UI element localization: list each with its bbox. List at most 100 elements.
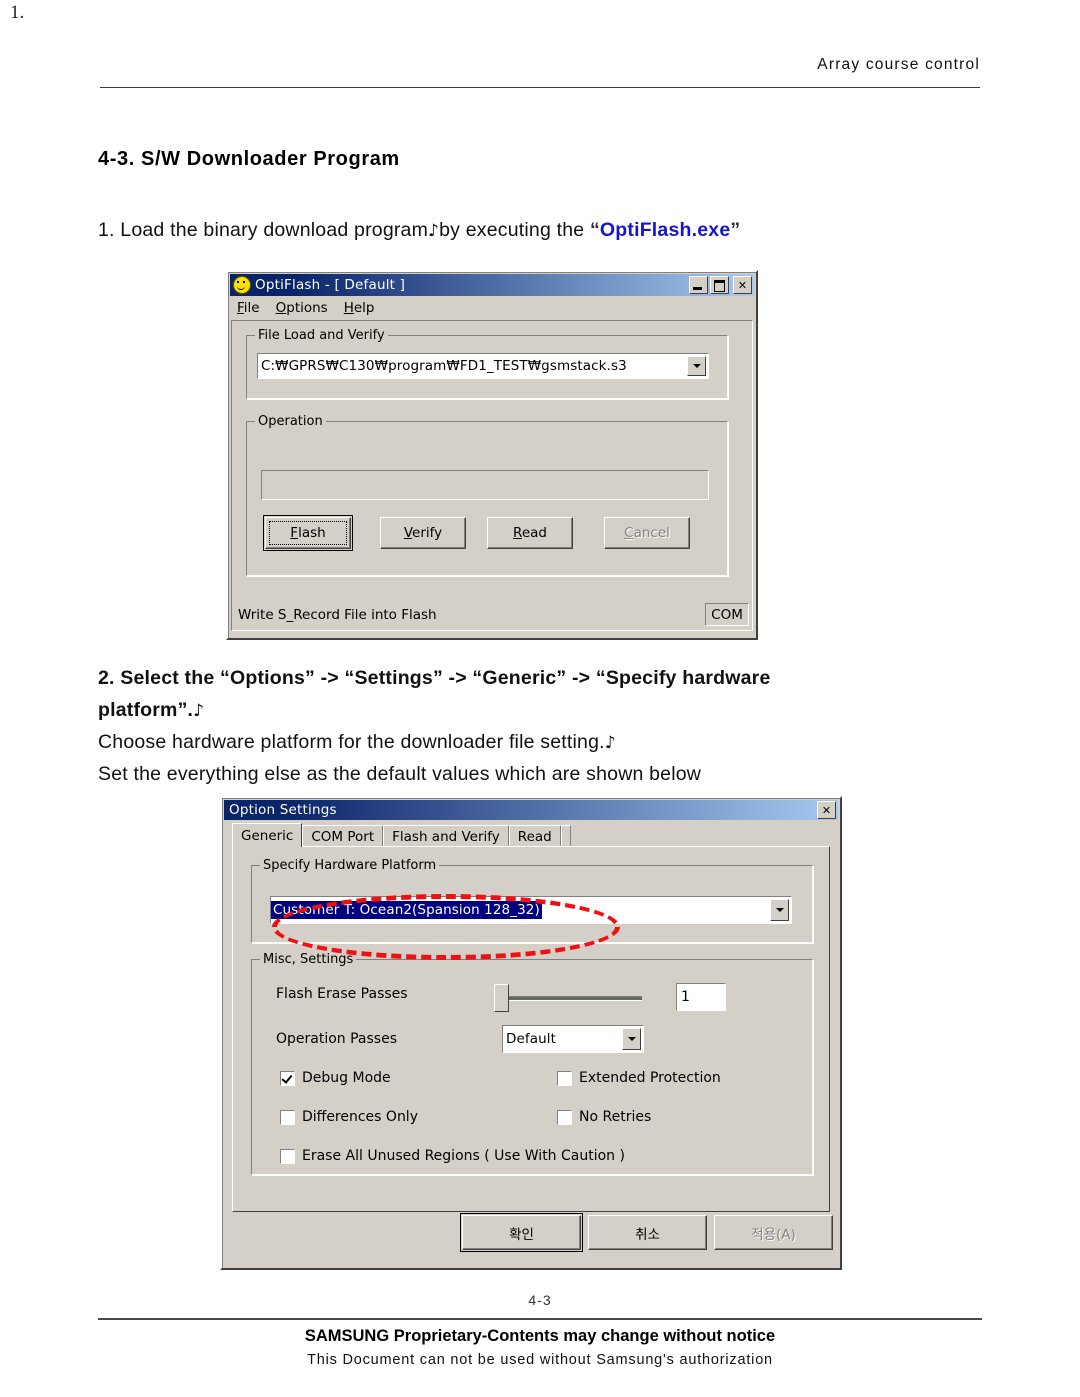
corner-mark: 1. [10, 2, 25, 23]
step-1-highlight: OptiFlash.exe [599, 219, 731, 241]
file-path-value: C:₩GPRS₩C130₩program₩FD1_TEST₩gsmstack.s… [261, 358, 627, 374]
flash-erase-passes-slider-track[interactable] [502, 996, 642, 1001]
footer-line-2: This Document can not be used without Sa… [307, 1352, 773, 1368]
checkbox-erase-all-unused-regions-label: Erase All Unused Regions ( Use With Caut… [302, 1148, 625, 1164]
minimize-icon[interactable] [689, 276, 708, 294]
checkbox-differences-only[interactable]: Differences Only [280, 1109, 418, 1125]
checkbox-icon [280, 1148, 295, 1164]
checkbox-differences-only-label: Differences Only [302, 1109, 418, 1125]
step-4-text: Set the everything else as the default v… [98, 763, 702, 785]
checkbox-debug-mode[interactable]: Debug Mode [280, 1070, 391, 1086]
ok-button[interactable]: 확인 [460, 1213, 583, 1252]
footer-rule [98, 1318, 982, 1320]
ok-button-label: 확인 [509, 1226, 534, 1243]
optiflash-client-area: File Load and Verify C:₩GPRS₩C130₩progra… [231, 320, 753, 631]
file-path-combobox[interactable]: C:₩GPRS₩C130₩program₩FD1_TEST₩gsmstack.s… [257, 353, 709, 379]
operation-passes-combobox[interactable]: Default [502, 1025, 644, 1053]
step-2-line2: platform”.♪ [98, 699, 204, 722]
step-2-line2-text: platform”. [98, 699, 194, 721]
page-number: 4-3 [528, 1292, 552, 1308]
operation-progress-bar [261, 470, 709, 500]
checkbox-icon [280, 1070, 295, 1086]
checkbox-no-retries-label: No Retries [579, 1109, 652, 1125]
cancel-button-label: 취소 [635, 1226, 660, 1243]
apply-button: 적용(A) [714, 1215, 833, 1250]
checkbox-icon [557, 1070, 572, 1086]
maximize-icon[interactable] [710, 276, 729, 294]
step-3-body: Choose hardware platform for the downloa… [98, 731, 605, 753]
optiflash-title: OptiFlash - [ Default ] [255, 277, 406, 293]
step-1-mark: ♪ [428, 221, 440, 241]
close-icon[interactable]: ✕ [733, 276, 752, 294]
smiley-face-icon [233, 276, 251, 294]
settings-tabstrip: Generic COM Port Flash and Verify Read [232, 823, 830, 847]
option-settings-dialog[interactable]: Option Settings ✕ Generic COM Port Flash… [220, 796, 842, 1270]
tab-read-label: Read [517, 828, 552, 845]
tab-com-port[interactable]: COM Port [302, 825, 384, 847]
step-3-mark: ♪ [604, 733, 616, 753]
tab-generic-label: Generic [241, 827, 294, 844]
step-3-text: Choose hardware platform for the downloa… [98, 731, 616, 754]
file-load-and-verify-group: File Load and Verify C:₩GPRS₩C130₩progra… [246, 328, 728, 399]
optiflash-statusbar: Write S_Record File into Flash COM [235, 602, 749, 627]
footer-line-1: SAMSUNG Proprietary-Contents may change … [304, 1327, 776, 1345]
menu-item-file[interactable]: File [237, 300, 260, 316]
flash-erase-passes-slider-thumb[interactable] [494, 984, 509, 1012]
flash-erase-passes-label: Flash Erase Passes [276, 986, 408, 1002]
tab-flash-and-verify-label: Flash and Verify [392, 828, 500, 845]
step-1-quote-close: ” [730, 219, 741, 241]
menu-item-help[interactable]: Help [344, 300, 375, 316]
misc-settings-group: Misc, Settings Flash Erase Passes 1 Oper… [251, 952, 813, 1175]
cancel-button[interactable]: 취소 [588, 1215, 707, 1250]
option-settings-titlebar[interactable]: Option Settings ✕ [224, 800, 838, 820]
chevron-down-icon[interactable] [622, 1028, 641, 1050]
chevron-down-icon[interactable] [770, 899, 789, 921]
misc-settings-group-label: Misc, Settings [260, 952, 357, 967]
status-message: Write S_Record File into Flash [238, 606, 437, 623]
hardware-platform-group-label: Specify Hardware Platform [260, 858, 440, 873]
menu-item-options[interactable]: Options [276, 300, 328, 316]
step-1-quote-open: “ [589, 219, 600, 241]
checkbox-no-retries[interactable]: No Retries [557, 1109, 651, 1125]
apply-button-label: 적용(A) [751, 1226, 796, 1243]
generic-tab-page: Specify Hardware Platform Customer T: Oc… [232, 846, 830, 1212]
checkbox-extended-protection-label: Extended Protection [579, 1070, 721, 1086]
flash-erase-passes-value[interactable]: 1 [676, 983, 726, 1011]
status-com-indicator: COM [705, 603, 749, 626]
hardware-platform-combobox[interactable]: Customer T: Ocean2(Spansion 128_32) [270, 896, 792, 924]
hardware-platform-value: Customer T: Ocean2(Spansion 128_32) [271, 901, 542, 919]
verify-button[interactable]: Verify [380, 517, 466, 549]
checkbox-extended-protection[interactable]: Extended Protection [557, 1070, 721, 1086]
read-button[interactable]: Read [487, 517, 573, 549]
flash-button[interactable]: Flash [263, 515, 353, 551]
step-1-mid: by executing the [439, 219, 590, 241]
optiflash-menubar: File Options Help [231, 297, 753, 318]
operation-passes-label: Operation Passes [276, 1031, 398, 1047]
tab-com-port-label: COM Port [311, 828, 375, 845]
page-title: 4-3. S/W Downloader Program [98, 148, 400, 170]
step-2-line2-mark: ♪ [193, 701, 205, 721]
tabstrip-filler [560, 825, 571, 847]
operation-group-label: Operation [255, 414, 326, 429]
cancel-button: Cancel [604, 517, 690, 549]
close-icon[interactable]: ✕ [817, 801, 836, 819]
checkbox-icon [280, 1109, 295, 1125]
step-1-text: 1. Load the binary download program♪by e… [98, 219, 740, 242]
option-settings-title: Option Settings [229, 802, 337, 818]
tab-generic[interactable]: Generic [232, 823, 303, 847]
header-rule [100, 87, 980, 88]
chevron-down-icon[interactable] [687, 356, 706, 376]
checkbox-icon [557, 1109, 572, 1125]
operation-group: Operation Flash Verify Read Cancel [246, 414, 728, 576]
operation-passes-value: Default [506, 1031, 557, 1047]
checkbox-erase-all-unused-regions[interactable]: Erase All Unused Regions ( Use With Caut… [280, 1148, 625, 1164]
optiflash-window[interactable]: OptiFlash - [ Default ] ✕ File Options H… [226, 270, 758, 640]
optiflash-titlebar[interactable]: OptiFlash - [ Default ] ✕ [230, 274, 754, 296]
file-load-group-label: File Load and Verify [255, 328, 388, 343]
page-header-right: Array course control [817, 56, 980, 73]
tab-flash-and-verify[interactable]: Flash and Verify [383, 825, 509, 847]
step-2-line1: 2. Select the “Options” -> “Settings” ->… [98, 667, 771, 689]
specify-hardware-platform-group: Specify Hardware Platform Customer T: Oc… [251, 858, 813, 943]
window-controls: ✕ [689, 276, 752, 294]
tab-read[interactable]: Read [508, 825, 561, 847]
